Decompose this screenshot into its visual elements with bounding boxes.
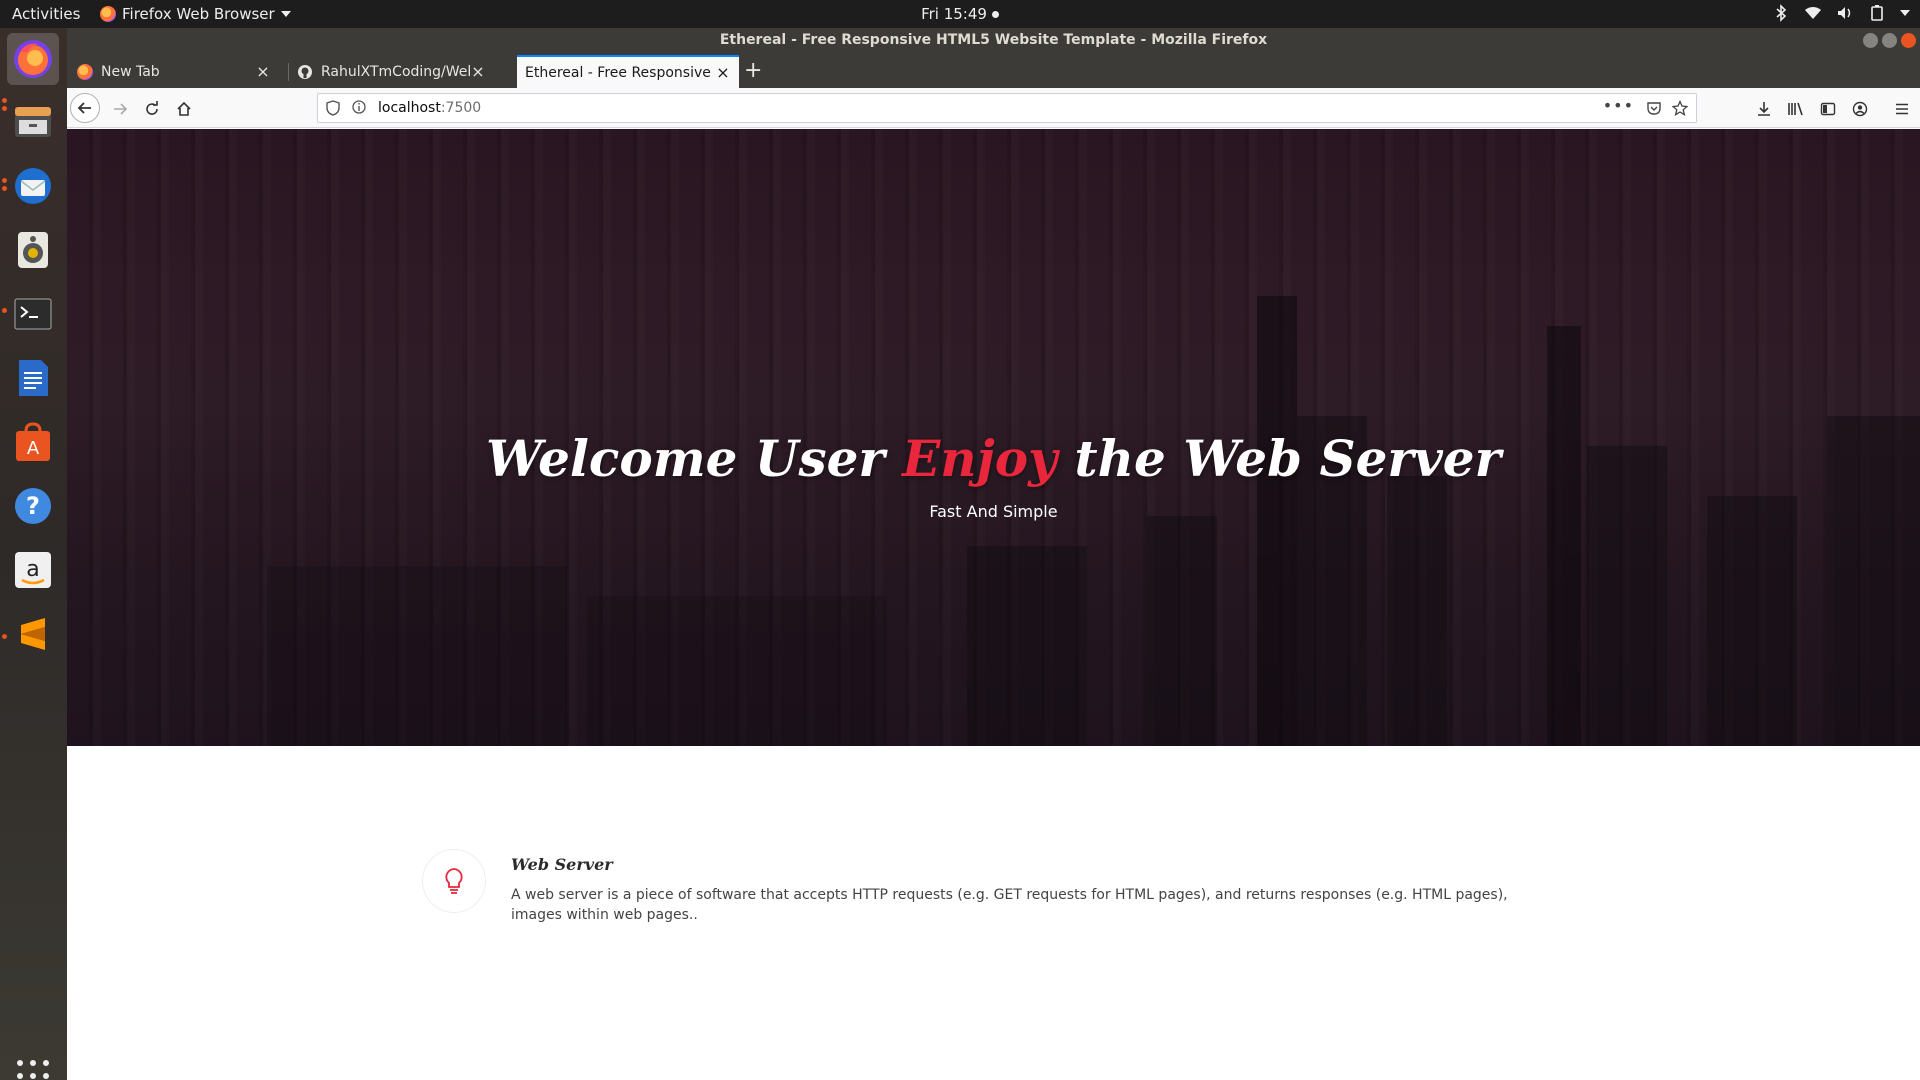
dock-writer[interactable]	[7, 352, 59, 404]
dock: A ? a	[0, 28, 67, 1080]
pocket-icon[interactable]	[1646, 100, 1662, 116]
window-titlebar[interactable]: Ethereal - Free Responsive HTML5 Website…	[67, 28, 1920, 53]
reload-icon	[146, 101, 158, 115]
page-content: Welcome User Enjoy the Web Server Fast A…	[67, 129, 1920, 1080]
svg-text:A: A	[27, 438, 40, 459]
tab-label: New Tab	[101, 63, 160, 80]
downloads-button[interactable]	[1751, 96, 1777, 122]
info-icon[interactable]	[352, 100, 366, 114]
dock-thunderbird[interactable]	[7, 160, 59, 212]
writer-icon	[19, 360, 48, 396]
system-menu-chevron-icon[interactable]	[1900, 10, 1910, 16]
system-tray[interactable]	[1772, 4, 1910, 22]
library-button[interactable]	[1783, 96, 1809, 122]
hero-title-text: Welcome User	[486, 429, 903, 488]
hero-subtitle: Fast And Simple	[929, 502, 1058, 521]
reload-button[interactable]	[139, 96, 165, 122]
dock-software[interactable]: A	[7, 416, 59, 468]
url-host: localhost	[378, 100, 441, 116]
close-tab-icon[interactable]: ×	[255, 62, 271, 81]
sidebar-icon	[1820, 102, 1836, 116]
url-bar[interactable]: localhost:7500 •••	[317, 93, 1697, 123]
feature-title: Web Server	[511, 855, 613, 874]
bluetooth-icon[interactable]	[1772, 4, 1790, 22]
sublime-text-icon	[21, 618, 45, 650]
window-controls	[1863, 33, 1916, 48]
rhythmbox-icon	[18, 232, 48, 268]
lightbulb-icon	[422, 849, 486, 913]
close-tab-icon[interactable]: ×	[715, 63, 731, 82]
hamburger-menu-icon	[1896, 103, 1908, 115]
url-text[interactable]: localhost:7500	[378, 100, 481, 116]
battery-icon[interactable]	[1868, 4, 1886, 22]
dock-amazon[interactable]: a	[7, 544, 59, 596]
library-icon	[1788, 102, 1803, 116]
back-button[interactable]	[70, 93, 100, 123]
hero-title: Welcome User Enjoy the Web Server	[67, 429, 1920, 488]
dock-firefox[interactable]	[7, 33, 59, 85]
page-actions-icon[interactable]: •••	[1603, 96, 1634, 115]
dock-sublime[interactable]	[7, 608, 59, 660]
window-title: Ethereal - Free Responsive HTML5 Website…	[719, 32, 1268, 48]
download-icon	[1758, 102, 1770, 116]
dock-help[interactable]: ?	[7, 480, 59, 532]
url-port: :7500	[440, 100, 482, 116]
forward-button[interactable]	[107, 96, 133, 122]
hero-banner: Welcome User Enjoy the Web Server Fast A…	[67, 129, 1920, 746]
wifi-icon[interactable]	[1804, 4, 1822, 22]
arrow-right-icon	[114, 103, 128, 115]
tab-label: Ethereal - Free Responsive H	[525, 64, 715, 81]
show-applications-button[interactable]	[13, 1056, 53, 1080]
hero-title-text: the Web Server	[1057, 429, 1501, 488]
tab-github[interactable]: RahulXTmCoding/WebSe ×	[289, 55, 494, 88]
firefox-favicon-icon	[77, 63, 93, 80]
dock-files[interactable]	[7, 96, 59, 148]
clock[interactable]: Fri 15:49	[0, 5, 1920, 23]
clock-label: Fri 15:49	[921, 5, 987, 23]
tab-new-tab[interactable]: New Tab ×	[69, 55, 279, 88]
minimize-button[interactable]	[1863, 33, 1878, 48]
github-icon	[298, 64, 312, 79]
tab-ethereal[interactable]: Ethereal - Free Responsive H ×	[517, 55, 739, 88]
thunderbird-icon	[15, 168, 51, 204]
home-icon	[177, 101, 191, 116]
firefox-icon	[14, 40, 52, 78]
tab-label: RahulXTmCoding/WebSe	[321, 63, 470, 80]
account-icon	[1852, 101, 1868, 117]
sidebar-button[interactable]	[1815, 96, 1841, 122]
dock-terminal[interactable]	[7, 288, 59, 340]
feature-description: A web server is a piece of software that…	[511, 887, 1508, 923]
files-icon	[15, 107, 51, 137]
firefox-window: Ethereal - Free Responsive HTML5 Website…	[67, 28, 1920, 1080]
notification-dot-icon	[991, 11, 999, 18]
volume-icon[interactable]	[1836, 4, 1854, 22]
dock-rhythmbox[interactable]	[7, 224, 59, 276]
arrow-left-icon	[77, 102, 91, 114]
software-center-icon: A	[16, 422, 50, 461]
svg-text:?: ?	[26, 492, 40, 520]
tab-bar: New Tab × RahulXTmCoding/WebSe × Etherea…	[67, 53, 1920, 88]
navigation-toolbar: localhost:7500 •••	[67, 88, 1920, 128]
gnome-top-bar: Activities Firefox Web Browser Fri 15:49	[0, 0, 1920, 28]
svg-text:a: a	[26, 557, 39, 582]
maximize-button[interactable]	[1882, 33, 1897, 48]
new-tab-button[interactable]: +	[744, 60, 762, 82]
help-icon: ?	[15, 488, 51, 524]
close-tab-icon[interactable]: ×	[470, 62, 486, 81]
shield-icon[interactable]	[326, 100, 340, 116]
hero-title-accent: Enjoy	[902, 429, 1058, 488]
home-button[interactable]	[171, 96, 197, 122]
bookmark-star-icon[interactable]	[1672, 100, 1688, 116]
amazon-icon: a	[15, 552, 51, 588]
menu-button[interactable]	[1889, 96, 1915, 122]
terminal-icon	[14, 298, 52, 330]
account-button[interactable]	[1847, 96, 1873, 122]
close-window-button[interactable]	[1901, 33, 1916, 48]
